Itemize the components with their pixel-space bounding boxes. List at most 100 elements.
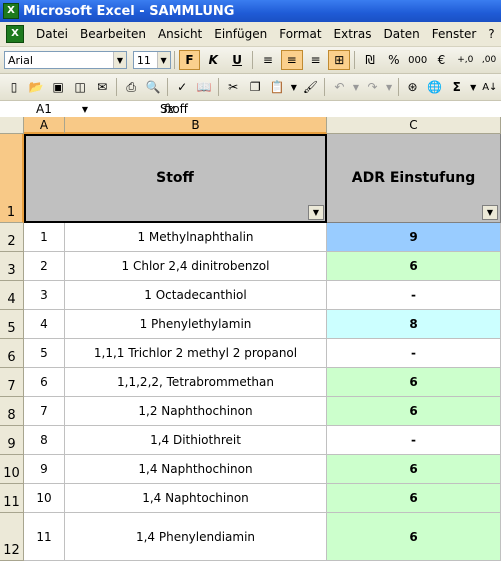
row-header[interactable]: 10 bbox=[0, 455, 24, 484]
bold-button[interactable]: F bbox=[178, 50, 201, 70]
chevron-down-icon[interactable]: ▼ bbox=[469, 77, 478, 97]
cell-nr[interactable]: 8 bbox=[24, 426, 65, 455]
row-header[interactable]: 4 bbox=[0, 281, 24, 310]
autosum-button[interactable]: Σ bbox=[447, 77, 467, 97]
row-header[interactable]: 9 bbox=[0, 426, 24, 455]
cell-adr[interactable]: 6 bbox=[327, 484, 501, 513]
menu-extras[interactable]: Extras bbox=[328, 27, 378, 41]
menu-daten[interactable]: Daten bbox=[377, 27, 425, 41]
cut-icon[interactable]: ✂ bbox=[223, 77, 243, 97]
cell-nr[interactable]: 6 bbox=[24, 368, 65, 397]
cell-nr[interactable]: 7 bbox=[24, 397, 65, 426]
cell-nr[interactable]: 5 bbox=[24, 339, 65, 368]
column-header-b[interactable]: B bbox=[65, 117, 327, 134]
workbook-icon[interactable]: X bbox=[6, 25, 24, 43]
percent-button[interactable]: % bbox=[383, 50, 405, 70]
format-painter-icon[interactable]: 🖌 bbox=[300, 77, 320, 97]
print-icon[interactable]: ⎙ bbox=[121, 77, 141, 97]
row-header[interactable]: 12 bbox=[0, 513, 24, 561]
cell-stoff[interactable]: 1,1,1 Trichlor 2 methyl 2 propanol bbox=[65, 339, 327, 368]
paste-icon[interactable]: 📋 bbox=[267, 77, 287, 97]
cell-stoff[interactable]: 1 Chlor 2,4 dinitrobenzol bbox=[65, 252, 327, 281]
header-cell-adr[interactable]: ADR Einstufung ▼ bbox=[327, 134, 501, 223]
spelling-icon[interactable]: ✓ bbox=[172, 77, 192, 97]
chevron-down-icon[interactable]: ▼ bbox=[156, 52, 170, 68]
open-folder-icon[interactable]: 📂 bbox=[26, 77, 46, 97]
cell-stoff[interactable]: 1 Octadecanthiol bbox=[65, 281, 327, 310]
chevron-down-icon[interactable]: ▼ bbox=[82, 105, 88, 114]
autofilter-dropdown-icon[interactable]: ▼ bbox=[482, 205, 498, 220]
row-header[interactable]: 8 bbox=[0, 397, 24, 426]
cell-nr[interactable]: 1 bbox=[24, 223, 65, 252]
chevron-down-icon[interactable]: ▼ bbox=[289, 77, 298, 97]
menu-format[interactable]: Format bbox=[273, 27, 327, 41]
email-icon[interactable]: ✉ bbox=[92, 77, 112, 97]
menu-fenster[interactable]: Fenster bbox=[426, 27, 483, 41]
formula-input[interactable]: Stoff bbox=[160, 102, 188, 116]
row-header[interactable]: 7 bbox=[0, 368, 24, 397]
increase-decimal-icon[interactable]: +,0 bbox=[454, 50, 476, 70]
name-box[interactable]: A1 ▼ bbox=[0, 102, 90, 116]
cell-adr[interactable]: 6 bbox=[327, 368, 501, 397]
cell-adr[interactable]: - bbox=[327, 426, 501, 455]
cell-nr[interactable]: 2 bbox=[24, 252, 65, 281]
cell-stoff[interactable]: 1,1,2,2, Tetrabrommethan bbox=[65, 368, 327, 397]
copy-icon[interactable]: ❐ bbox=[245, 77, 265, 97]
cell-nr[interactable]: 3 bbox=[24, 281, 65, 310]
cell-adr[interactable]: 6 bbox=[327, 513, 501, 561]
row-header[interactable]: 3 bbox=[0, 252, 24, 281]
sort-ascending-icon[interactable]: A↓ bbox=[480, 77, 500, 97]
redo-icon[interactable]: ↷ bbox=[363, 77, 383, 97]
euro-button[interactable]: € bbox=[431, 50, 453, 70]
undo-icon[interactable]: ↶ bbox=[329, 77, 349, 97]
header-cell-stoff[interactable]: Stoff ▼ bbox=[24, 134, 327, 223]
align-left-icon[interactable]: ≡ bbox=[257, 50, 279, 70]
column-header-a[interactable]: A bbox=[24, 117, 65, 134]
menu-bearbeiten[interactable]: Bearbeiten bbox=[74, 27, 152, 41]
permission-icon[interactable]: ◫ bbox=[70, 77, 90, 97]
cell-adr[interactable]: 6 bbox=[327, 397, 501, 426]
menu-datei[interactable]: Datei bbox=[30, 27, 74, 41]
cell-nr[interactable]: 11 bbox=[24, 513, 65, 561]
cell-stoff[interactable]: 1,4 Naphtochinon bbox=[65, 484, 327, 513]
cell-stoff[interactable]: 1 Methylnaphthalin bbox=[65, 223, 327, 252]
underline-button[interactable]: U bbox=[226, 50, 248, 70]
menu-ansicht[interactable]: Ansicht bbox=[152, 27, 208, 41]
merge-center-icon[interactable]: ⊞ bbox=[328, 50, 351, 70]
currency-icon[interactable]: ₪ bbox=[359, 50, 381, 70]
insert-hyperlink-icon[interactable]: ⊛ bbox=[403, 77, 423, 97]
cell-stoff[interactable]: 1,4 Phenylendiamin bbox=[65, 513, 327, 561]
cell-nr[interactable]: 4 bbox=[24, 310, 65, 339]
select-all-corner[interactable] bbox=[0, 117, 24, 134]
column-header-c[interactable]: C bbox=[327, 117, 501, 134]
save-icon[interactable]: ▣ bbox=[48, 77, 68, 97]
menu-einfuegen[interactable]: Einfügen bbox=[208, 27, 273, 41]
cell-adr[interactable]: - bbox=[327, 281, 501, 310]
row-header[interactable]: 2 bbox=[0, 223, 24, 252]
cell-adr[interactable]: 6 bbox=[327, 252, 501, 281]
align-right-icon[interactable]: ≡ bbox=[305, 50, 327, 70]
cell-adr[interactable]: - bbox=[327, 339, 501, 368]
row-header[interactable]: 11 bbox=[0, 484, 24, 513]
font-size-select[interactable]: 11 ▼ bbox=[132, 51, 171, 69]
cell-nr[interactable]: 10 bbox=[24, 484, 65, 513]
chevron-down-icon[interactable]: ▼ bbox=[385, 77, 394, 97]
menu-help[interactable]: ? bbox=[482, 27, 500, 41]
decrease-decimal-icon[interactable]: ,00 bbox=[478, 50, 500, 70]
align-center-icon[interactable]: ≡ bbox=[280, 50, 303, 70]
new-file-icon[interactable]: ▯ bbox=[4, 77, 24, 97]
cell-adr[interactable]: 6 bbox=[327, 455, 501, 484]
cell-stoff[interactable]: 1 Phenylethylamin bbox=[65, 310, 327, 339]
cell-stoff[interactable]: 1,2 Naphthochinon bbox=[65, 397, 327, 426]
thousands-button[interactable]: 000 bbox=[407, 50, 429, 70]
row-header[interactable]: 5 bbox=[0, 310, 24, 339]
cell-adr[interactable]: 9 bbox=[327, 223, 501, 252]
row-header[interactable]: 1 bbox=[0, 134, 24, 223]
chevron-down-icon[interactable]: ▼ bbox=[351, 77, 360, 97]
row-header[interactable]: 6 bbox=[0, 339, 24, 368]
font-name-select[interactable]: Arial ▼ bbox=[4, 51, 127, 69]
autofilter-dropdown-icon[interactable]: ▼ bbox=[308, 205, 324, 220]
print-preview-icon[interactable]: 🔍 bbox=[143, 77, 163, 97]
research-icon[interactable]: 📖 bbox=[194, 77, 214, 97]
cell-stoff[interactable]: 1,4 Naphthochinon bbox=[65, 455, 327, 484]
